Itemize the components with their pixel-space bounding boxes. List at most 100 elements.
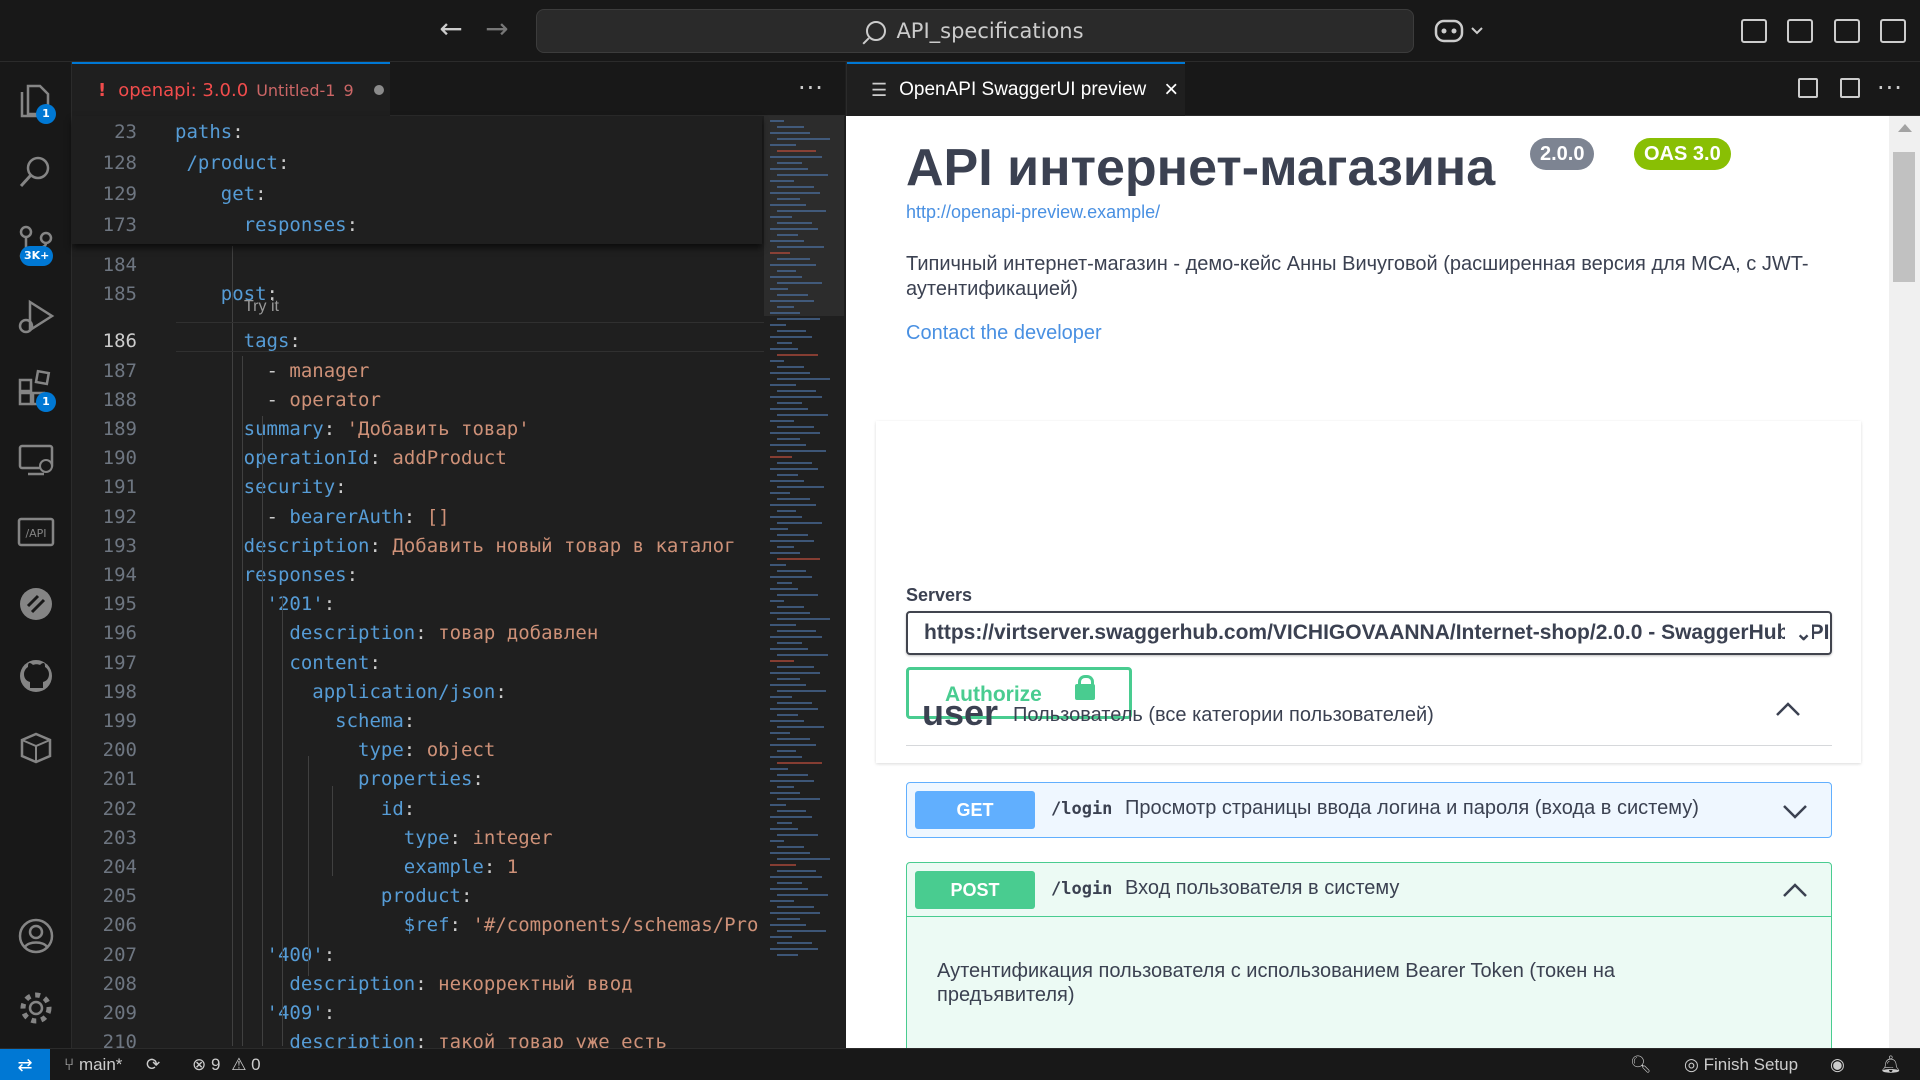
code-line[interactable]: 202 id:: [72, 795, 762, 824]
problems-indicator[interactable]: ⊗ 9 ⚠ 0: [192, 1055, 261, 1075]
close-icon[interactable]: ×: [1164, 76, 1178, 104]
code-line[interactable]: 189 summary: 'Добавить товар': [72, 415, 762, 444]
chevron-down-icon[interactable]: [1781, 797, 1809, 825]
minimap-line: [770, 288, 788, 290]
code-line[interactable]: 195 '201':: [72, 590, 762, 619]
accounts-icon[interactable]: [14, 914, 58, 958]
preview-more-actions-icon[interactable]: ···: [1877, 74, 1903, 102]
github-icon[interactable]: [14, 654, 58, 698]
tab-problem-count: 9: [343, 80, 354, 100]
scroll-up-arrow-icon[interactable]: [1898, 124, 1912, 132]
code-line[interactable]: 208 description: некорректный ввод: [72, 970, 762, 999]
code-line[interactable]: 200 type: object: [72, 736, 762, 765]
api-url-link[interactable]: http://openapi-preview.example/: [906, 202, 1160, 223]
editor-tab-untitled[interactable]: ! openapi: 3.0.0 Untitled-1 9: [72, 62, 390, 116]
branch-indicator[interactable]: ⑂ main*: [64, 1055, 122, 1075]
server-select-value: https://virtserver.swaggerhub.com/VICHIG…: [924, 621, 1830, 644]
finish-setup-button[interactable]: ◎ Finish Setup: [1684, 1055, 1798, 1075]
minimap-line: [770, 732, 790, 734]
code-line[interactable]: 129 get:: [72, 180, 762, 209]
remote-indicator-icon[interactable]: ⇄: [0, 1049, 50, 1080]
chevron-up-icon[interactable]: [1781, 877, 1809, 905]
copilot-button[interactable]: [1432, 14, 1490, 48]
code-line[interactable]: 192 - bearerAuth: []: [72, 503, 762, 532]
minimap-line: [770, 900, 794, 902]
minimap-line: [777, 750, 796, 752]
split-editor-icon[interactable]: [1840, 78, 1860, 98]
minimap-line: [770, 780, 814, 782]
code-line[interactable]: 128 /product:: [72, 149, 762, 178]
minimap-line: [777, 438, 800, 440]
code-line[interactable]: 207 '400':: [72, 941, 762, 970]
customize-layout-icon[interactable]: [1741, 19, 1767, 43]
minimap-line: [777, 642, 802, 644]
code-line[interactable]: 196 description: товар добавлен: [72, 619, 762, 648]
tag-section-user[interactable]: user Пользователь (все категории пользов…: [906, 684, 1832, 746]
api-icon[interactable]: /API: [14, 510, 58, 554]
minimap-line: [770, 924, 806, 926]
title-bar: ← → API_specifications: [0, 0, 1920, 62]
code-line[interactable]: 190 operationId: addProduct: [72, 444, 762, 473]
minimap-line: [770, 888, 808, 890]
operation-get-login[interactable]: GET /login Просмотр страницы ввода логин…: [906, 782, 1832, 838]
code-line[interactable]: 198 application/json:: [72, 678, 762, 707]
forward-arrow-icon[interactable]: →: [480, 14, 514, 48]
code-line[interactable]: 206 $ref: '#/components/schemas/Pro: [72, 911, 762, 940]
code-line[interactable]: 193 description: Добавить новый товар в …: [72, 532, 762, 561]
editor-more-actions-icon[interactable]: ···: [798, 74, 824, 102]
open-preview-side-icon[interactable]: [1798, 78, 1818, 98]
extensions-icon[interactable]: 1: [14, 366, 58, 412]
code-line[interactable]: 199 schema:: [72, 707, 762, 736]
chevron-up-icon[interactable]: [1774, 696, 1802, 724]
code-line[interactable]: 201 properties:: [72, 765, 762, 794]
unsaved-dot-icon[interactable]: [373, 85, 384, 95]
tab-swagger-preview[interactable]: ☰ OpenAPI SwaggerUI preview ×: [847, 62, 1185, 116]
code-line[interactable]: 191 security:: [72, 473, 762, 502]
scrollbar-thumb[interactable]: [1893, 152, 1915, 282]
code-text: responses:: [243, 564, 359, 586]
line-number: 173: [102, 214, 137, 236]
toggle-secondary-sidebar-icon[interactable]: [1880, 19, 1906, 43]
line-number: 191: [102, 476, 137, 499]
code-line[interactable]: 203 type: integer: [72, 824, 762, 853]
server-select[interactable]: https://virtserver.swaggerhub.com/VICHIG…: [906, 611, 1832, 655]
code-line[interactable]: 205 product:: [72, 882, 762, 911]
toggle-primary-sidebar-icon[interactable]: [1787, 19, 1813, 43]
minimap-line: [770, 252, 790, 254]
code-line[interactable]: 23 paths:: [72, 118, 762, 147]
codelens-try-it[interactable]: Try it: [244, 298, 279, 316]
code-line[interactable]: 185 post:: [72, 280, 762, 309]
back-arrow-icon[interactable]: ←: [434, 14, 468, 48]
code-line[interactable]: 197 content:: [72, 649, 762, 678]
minimap-line: [770, 420, 794, 422]
remote-explorer-icon[interactable]: [14, 438, 58, 482]
line-number: 129: [102, 183, 137, 205]
code-line[interactable]: 173 responses:: [72, 211, 762, 240]
code-editor[interactable]: 23 paths: 128 /product: 129 get: 173 respons…: [72, 116, 845, 1053]
sync-icon[interactable]: ⟳: [146, 1055, 160, 1075]
code-line[interactable]: 188 - operator: [72, 386, 762, 415]
code-line[interactable]: 209 '409':: [72, 999, 762, 1028]
search-icon[interactable]: [14, 150, 58, 194]
minimap[interactable]: [764, 116, 844, 1048]
copilot-icon[interactable]: ◉: [1830, 1055, 1845, 1075]
explorer-icon[interactable]: 1: [14, 78, 58, 124]
settings-gear-icon[interactable]: [14, 986, 58, 1030]
preview-scrollbar[interactable]: [1889, 116, 1920, 1048]
code-line[interactable]: 184: [72, 251, 762, 280]
minimap-line: [777, 918, 800, 920]
code-line[interactable]: 187 - manager: [72, 357, 762, 386]
notifications-bell-icon[interactable]: 🔔︎: [1880, 1055, 1902, 1075]
source-control-icon[interactable]: 3K+: [14, 222, 58, 266]
command-center-search[interactable]: API_specifications: [536, 9, 1414, 53]
toggle-panel-icon[interactable]: [1834, 19, 1860, 43]
contact-developer-link[interactable]: Contact the developer: [906, 322, 1102, 345]
testing-icon[interactable]: [14, 582, 58, 626]
operation-header[interactable]: POST /login Вход пользователя в систему: [907, 863, 1831, 917]
code-line[interactable]: 194 responses:: [72, 561, 762, 590]
sticky-scroll[interactable]: 23 paths: 128 /product: 129 get: 173 respons…: [72, 116, 762, 244]
code-line[interactable]: 204 example: 1: [72, 853, 762, 882]
zoom-icon[interactable]: 🔍︎: [1630, 1055, 1652, 1075]
run-debug-icon[interactable]: [14, 294, 58, 338]
containers-icon[interactable]: [14, 726, 58, 770]
